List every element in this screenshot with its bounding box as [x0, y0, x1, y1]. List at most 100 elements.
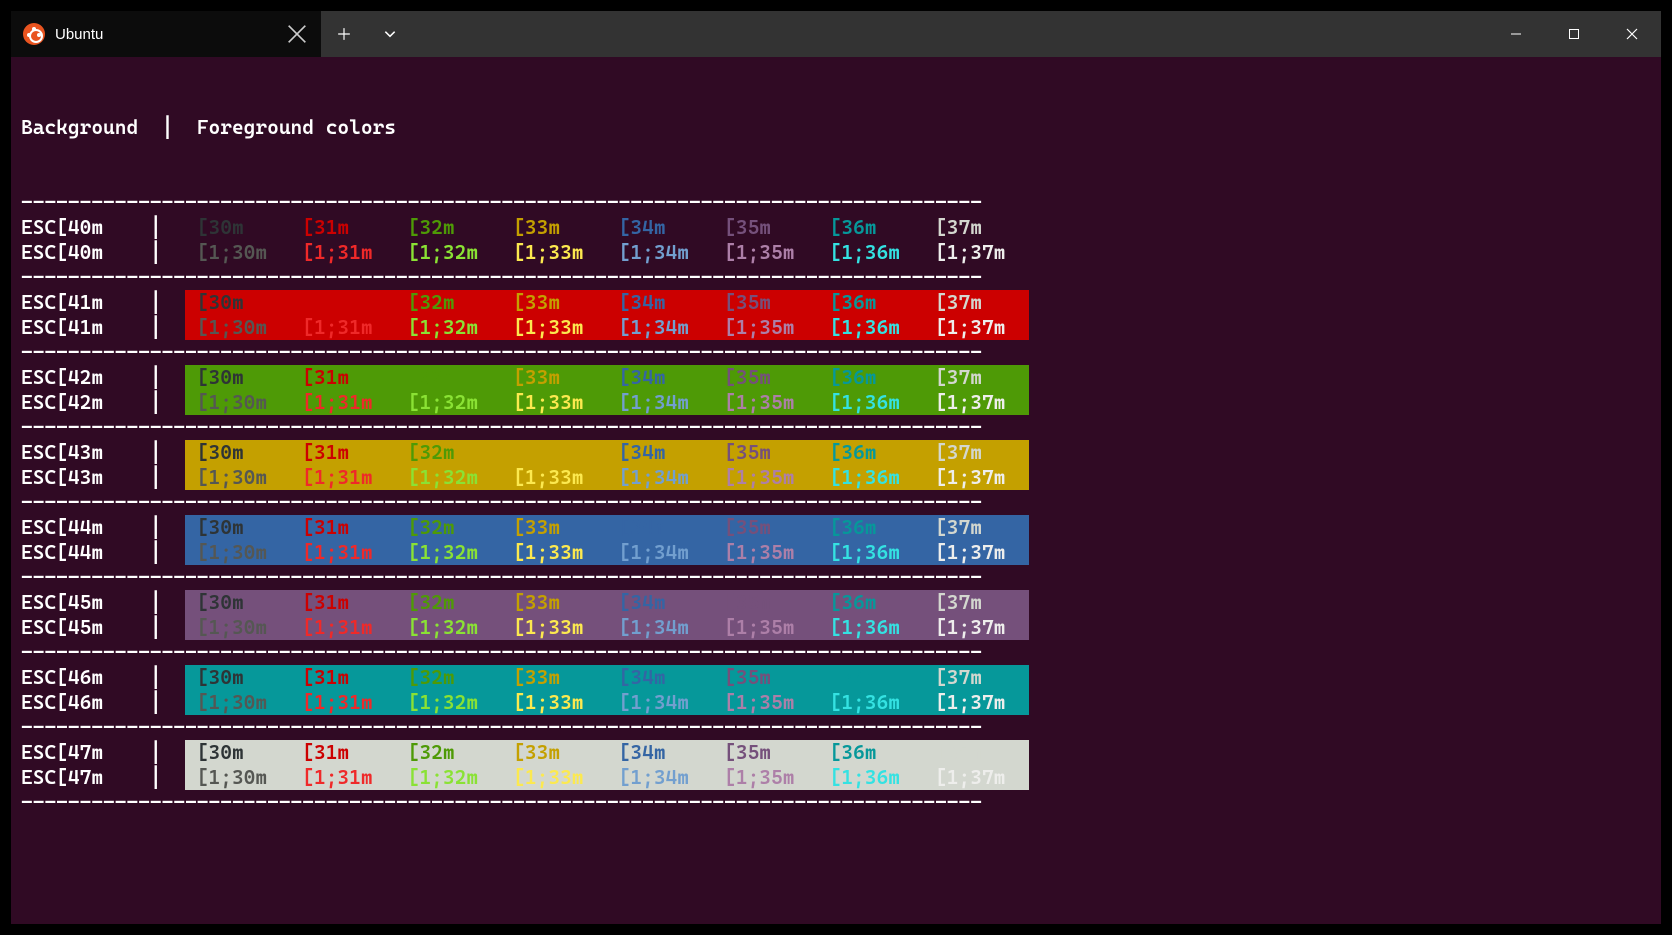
titlebar-drag-area[interactable] [413, 11, 1487, 57]
color-cell: [1;30m [185, 540, 290, 565]
bg-label: ESC[44m │ [21, 540, 185, 565]
color-cell: [1;32m [396, 540, 501, 565]
table-row: ESC[40m │ [1;30m [1;31m [1;32m [1;33m [1… [21, 240, 1651, 265]
maximize-button[interactable] [1545, 11, 1603, 57]
color-cell: [1;33m [501, 765, 606, 790]
color-cell: [1;34m [607, 390, 712, 415]
color-cell: [1;33m [501, 315, 606, 340]
color-cell: [31m [291, 440, 396, 465]
table-row: ESC[43m │ [1;30m [1;31m [1;32m [1;33m [1… [21, 465, 1651, 490]
bg-label: ESC[46m │ [21, 665, 185, 690]
color-cell: [35m [712, 515, 817, 540]
color-cell: [37m [923, 665, 1028, 690]
color-cell: [1;35m [712, 390, 817, 415]
color-cell: [1;35m [712, 765, 817, 790]
color-cell: [1;32m [396, 240, 501, 265]
color-cell: [32m [396, 590, 501, 615]
bg-label: ESC[47m │ [21, 765, 185, 790]
color-cell: [32m [396, 215, 501, 240]
table-row: ESC[44m │ [30m [31m [32m [33m [34m [35m … [21, 515, 1651, 540]
color-cell: [1;30m [185, 765, 290, 790]
bg-label: ESC[40m │ [21, 240, 185, 265]
color-cell: [1;36m [818, 315, 923, 340]
bg-label: ESC[40m │ [21, 215, 185, 240]
color-cell: [1;36m [818, 465, 923, 490]
color-cell: [36m [818, 590, 923, 615]
close-button[interactable] [1603, 11, 1661, 57]
color-cell: [31m [291, 665, 396, 690]
color-cell: [1;31m [291, 765, 396, 790]
color-cell: [1;37m [923, 615, 1028, 640]
color-cell: [1;36m [818, 540, 923, 565]
table-row: ESC[46m │ [1;30m [1;31m [1;32m [1;33m [1… [21, 690, 1651, 715]
color-cell: [1;34m [607, 540, 712, 565]
color-cell: [32m [396, 665, 501, 690]
table-row: ESC[41m │ [30m [31m [32m [33m [34m [35m … [21, 290, 1651, 315]
color-cell: [31m [291, 590, 396, 615]
color-cell: [30m [185, 665, 290, 690]
color-cell: [31m [291, 290, 396, 315]
table-row: ESC[43m │ [30m [31m [32m [33m [34m [35m … [21, 440, 1651, 465]
tab-dropdown-button[interactable] [367, 11, 413, 57]
color-cell: [1;37m [923, 240, 1028, 265]
color-cell: [32m [396, 440, 501, 465]
color-cell: [34m [607, 740, 712, 765]
separator: ----------------------------------------… [21, 415, 1651, 440]
color-cell: [36m [818, 740, 923, 765]
window-controls [1487, 11, 1661, 57]
chevron-down-icon [383, 27, 397, 41]
color-cell: [34m [607, 290, 712, 315]
color-cell: [37m [923, 740, 1028, 765]
terminal-tab[interactable]: Ubuntu [11, 11, 321, 57]
color-cell: [36m [818, 515, 923, 540]
separator: ----------------------------------------… [21, 640, 1651, 665]
minimize-button[interactable] [1487, 11, 1545, 57]
plus-icon [337, 27, 351, 41]
color-cell: [35m [712, 590, 817, 615]
color-cell: [37m [923, 290, 1028, 315]
bg-label: ESC[41m │ [21, 290, 185, 315]
color-cell: [30m [185, 365, 290, 390]
color-cell: [1;33m [501, 240, 606, 265]
color-cell: [37m [923, 440, 1028, 465]
terminal-output[interactable]: Background │ Foreground colors ---------… [11, 57, 1661, 924]
new-tab-button[interactable] [321, 11, 367, 57]
color-cell: [1;31m [291, 615, 396, 640]
color-cell: [1;31m [291, 240, 396, 265]
color-cell: [32m [396, 740, 501, 765]
color-cell: [37m [923, 590, 1028, 615]
color-cell: [33m [501, 215, 606, 240]
table-row: ESC[42m │ [30m [31m [32m [33m [34m [35m … [21, 365, 1651, 390]
color-cell: [1;30m [185, 315, 290, 340]
blank-line [21, 865, 1651, 890]
color-cell: [1;37m [923, 390, 1028, 415]
color-cell: [33m [501, 440, 606, 465]
color-cell: [35m [712, 440, 817, 465]
bg-label: ESC[43m │ [21, 440, 185, 465]
color-cell: [1;37m [923, 315, 1028, 340]
bg-label: ESC[42m │ [21, 365, 185, 390]
color-cell: [32m [396, 365, 501, 390]
color-cell: [1;34m [607, 315, 712, 340]
color-cell: [1;33m [501, 690, 606, 715]
color-cell: [34m [607, 665, 712, 690]
color-cell: [1;32m [396, 690, 501, 715]
color-cell: [1;34m [607, 690, 712, 715]
color-cell: [1;35m [712, 690, 817, 715]
separator: ----------------------------------------… [21, 265, 1651, 290]
color-cell: [34m [607, 515, 712, 540]
separator: ----------------------------------------… [21, 490, 1651, 515]
color-cell: [1;30m [185, 615, 290, 640]
color-cell: [1;37m [923, 690, 1028, 715]
color-cell: [1;36m [818, 690, 923, 715]
color-cell: [35m [712, 215, 817, 240]
tab-close-button[interactable] [287, 24, 307, 44]
color-cell: [34m [607, 365, 712, 390]
color-cell: [1;33m [501, 615, 606, 640]
table-row: ESC[44m │ [1;30m [1;31m [1;32m [1;33m [1… [21, 540, 1651, 565]
color-cell: [1;34m [607, 240, 712, 265]
color-cell: [1;33m [501, 465, 606, 490]
bg-label: ESC[41m │ [21, 315, 185, 340]
color-cell: [30m [185, 740, 290, 765]
separator: ----------------------------------------… [21, 190, 1651, 215]
